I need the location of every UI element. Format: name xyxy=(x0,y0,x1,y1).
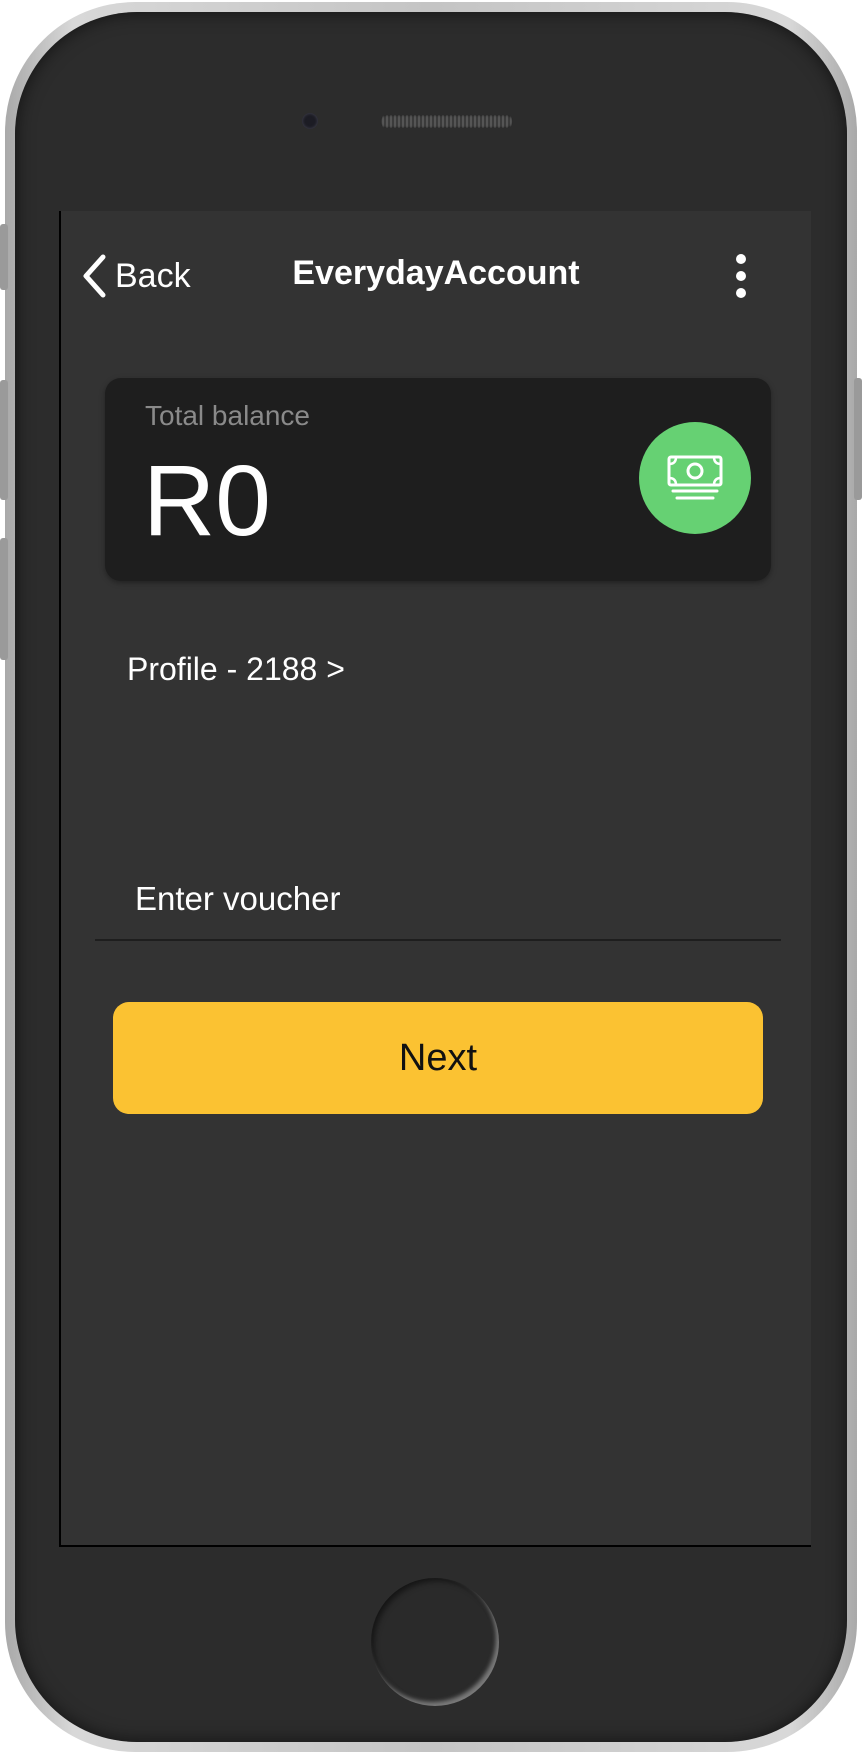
voucher-field xyxy=(95,861,781,941)
cash-button[interactable] xyxy=(639,422,751,534)
voucher-input[interactable] xyxy=(135,869,735,929)
more-vertical-icon xyxy=(736,254,746,298)
phone-frame: Back EverydayAccount Total balance R0 Pr… xyxy=(0,2,862,1752)
mute-switch xyxy=(0,224,8,290)
power-button xyxy=(854,378,862,500)
front-camera xyxy=(302,113,318,129)
page-title: EverydayAccount xyxy=(292,254,580,292)
balance-card: Total balance R0 xyxy=(105,378,771,581)
next-button[interactable]: Next xyxy=(113,1002,763,1114)
balance-amount: R0 xyxy=(143,445,271,557)
cash-icon xyxy=(667,455,723,500)
more-options-button[interactable] xyxy=(731,251,751,301)
app-screen: Back EverydayAccount Total balance R0 Pr… xyxy=(59,211,811,1547)
volume-down-button xyxy=(0,538,8,660)
home-button[interactable] xyxy=(371,1578,499,1706)
volume-up-button xyxy=(0,380,8,500)
profile-link[interactable]: Profile - 2188 > xyxy=(127,651,345,688)
earpiece-speaker xyxy=(380,115,513,128)
balance-label: Total balance xyxy=(145,400,311,431)
